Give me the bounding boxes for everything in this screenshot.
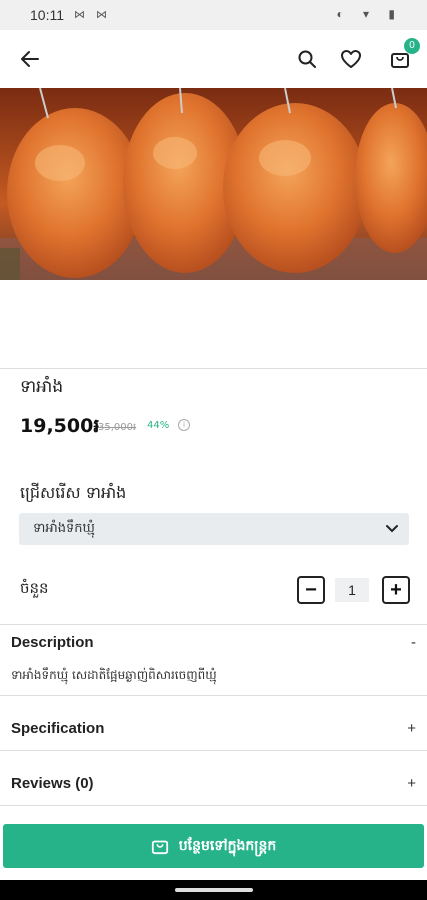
description-title[interactable]: Description bbox=[11, 634, 94, 651]
quantity-value[interactable]: 1 bbox=[335, 578, 369, 602]
discount-label: 44% bbox=[147, 420, 170, 431]
divider bbox=[0, 695, 427, 696]
divider bbox=[0, 805, 427, 806]
system-icons: ◐ ▾ ▮ bbox=[336, 7, 403, 21]
wishlist-button[interactable] bbox=[336, 44, 366, 74]
shopping-bag-icon bbox=[151, 837, 169, 855]
home-gesture-pill[interactable] bbox=[175, 888, 253, 892]
variant-selected-value: ទាអាំងទឹកឃ្មុំ bbox=[33, 521, 95, 536]
heart-icon bbox=[341, 50, 361, 68]
specification-toggle[interactable]: + bbox=[407, 720, 416, 737]
product-image bbox=[0, 88, 427, 280]
quantity-decrease-button[interactable]: − bbox=[297, 576, 325, 604]
search-icon bbox=[298, 50, 316, 68]
status-bar: 10:11 ⋈ ⋈ ◐ ▾ ▮ bbox=[0, 0, 427, 30]
back-button[interactable] bbox=[15, 44, 45, 74]
product-name: ទាអាំង bbox=[20, 377, 64, 397]
cart-count-badge: 0 bbox=[404, 38, 420, 54]
quantity-label: ចំនួន bbox=[20, 579, 49, 597]
status-time: 10:11 bbox=[30, 7, 64, 23]
description-toggle[interactable]: - bbox=[411, 634, 416, 651]
variant-label: ជ្រើសរើស ទាអាំង bbox=[20, 483, 127, 502]
reviews-toggle[interactable]: + bbox=[407, 775, 416, 792]
top-app-bar bbox=[0, 30, 427, 88]
chevron-down-icon bbox=[386, 525, 398, 533]
add-to-cart-label: បន្ថែមទៅក្នុងកន្ត្រក bbox=[178, 837, 277, 854]
original-price: 35,000៛ bbox=[98, 422, 137, 433]
specification-title[interactable]: Specification bbox=[11, 720, 104, 737]
search-button[interactable] bbox=[292, 44, 322, 74]
reviews-title[interactable]: Reviews (0) bbox=[11, 775, 94, 792]
variant-select[interactable]: ទាអាំងទឹកឃ្មុំ bbox=[19, 513, 409, 545]
add-to-cart-button[interactable]: បន្ថែមទៅក្នុងកន្ត្រក bbox=[3, 824, 424, 868]
system-navigation-bar bbox=[0, 880, 427, 900]
notification-icons: ⋈ ⋈ bbox=[74, 9, 112, 21]
divider bbox=[0, 624, 427, 625]
divider bbox=[0, 750, 427, 751]
product-price: 19,500៛ bbox=[20, 415, 100, 437]
quantity-increase-button[interactable]: + bbox=[382, 576, 410, 604]
divider bbox=[0, 368, 427, 369]
info-icon[interactable]: i bbox=[178, 419, 190, 431]
arrow-left-icon bbox=[21, 51, 39, 67]
description-text: ទាអាំងទឹកឃ្មុំ សេដាតិផ្អែមឆ្ងាញ់ពិសារចេញ… bbox=[11, 668, 217, 682]
